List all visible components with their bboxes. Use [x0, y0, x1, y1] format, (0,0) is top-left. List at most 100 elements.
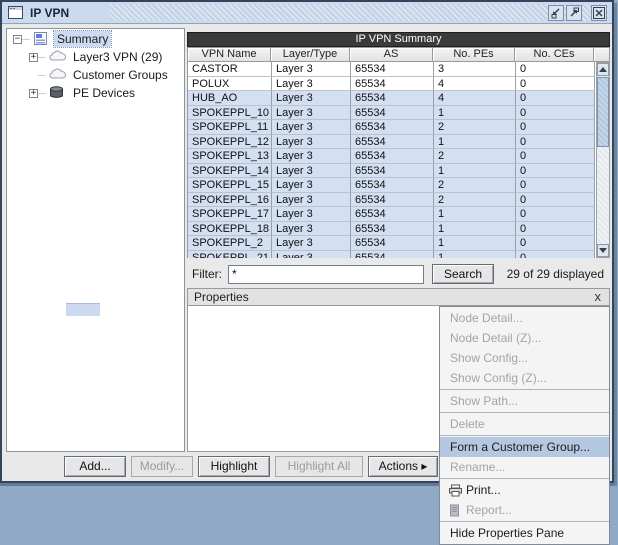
table-cell[interactable]: 65534 — [351, 251, 434, 259]
menu-item-print[interactable]: Print... — [440, 480, 609, 500]
table-cell[interactable]: Layer 3 — [272, 207, 351, 222]
window-titlebar[interactable]: IP VPN — [2, 2, 612, 24]
column-header-vpn-name[interactable]: VPN Name — [187, 47, 271, 62]
table-cell[interactable]: 2 — [434, 193, 516, 208]
table-cell[interactable]: SPOKEPPL_18 — [188, 222, 272, 237]
table-cell[interactable]: Layer 3 — [272, 77, 351, 92]
tree-item-summary[interactable]: − Summary — [7, 31, 184, 47]
collapse-icon[interactable]: − — [13, 35, 22, 44]
menu-item-hide-properties-pane[interactable]: Hide Properties Pane — [440, 523, 609, 543]
scrollbar-thumb[interactable] — [597, 77, 609, 147]
table-cell[interactable]: 0 — [516, 77, 595, 92]
table-cell[interactable]: 65534 — [351, 178, 434, 193]
table-cell[interactable]: Layer 3 — [272, 62, 351, 77]
table-cell[interactable]: Layer 3 — [272, 251, 351, 259]
table-cell[interactable]: 1 — [434, 236, 516, 251]
vertical-scrollbar[interactable] — [596, 62, 610, 258]
close-button[interactable] — [591, 5, 607, 21]
table-cell[interactable]: Layer 3 — [272, 178, 351, 193]
table-cell[interactable]: 1 — [434, 135, 516, 150]
tree-item-label[interactable]: Layer3 VPN (29) — [70, 49, 165, 65]
scroll-up-button[interactable] — [597, 63, 609, 76]
table-row[interactable]: SPOKEPPL_10Layer 36553410 — [188, 106, 596, 121]
table-cell[interactable]: 0 — [516, 149, 595, 164]
maximize-button[interactable] — [566, 5, 582, 21]
table-cell[interactable]: SPOKEPPL_21 — [188, 251, 272, 259]
expand-icon[interactable]: + — [29, 89, 38, 98]
properties-close-icon[interactable]: x — [593, 291, 604, 303]
table-cell[interactable]: Layer 3 — [272, 149, 351, 164]
tree-item-pe-devices[interactable]: + PE Devices — [7, 85, 184, 101]
tree-item-customer-groups[interactable]: Customer Groups — [7, 67, 184, 83]
table-cell[interactable]: Layer 3 — [272, 120, 351, 135]
search-button[interactable]: Search — [432, 264, 494, 284]
table-cell[interactable]: 0 — [516, 178, 595, 193]
table-cell[interactable]: Layer 3 — [272, 106, 351, 121]
tree-item-layer3-vpn-29-[interactable]: + Layer3 VPN (29) — [7, 49, 184, 65]
table-cell[interactable]: SPOKEPPL_12 — [188, 135, 272, 150]
table-cell[interactable]: 2 — [434, 178, 516, 193]
table-cell[interactable]: Layer 3 — [272, 164, 351, 179]
table-row[interactable]: SPOKEPPL_17Layer 36553410 — [188, 207, 596, 222]
table-cell[interactable]: 65534 — [351, 120, 434, 135]
table-cell[interactable]: SPOKEPPL_16 — [188, 193, 272, 208]
table-cell[interactable]: SPOKEPPL_13 — [188, 149, 272, 164]
table-cell[interactable]: 0 — [516, 207, 595, 222]
table-cell[interactable]: 1 — [434, 106, 516, 121]
table-cell[interactable]: 4 — [434, 77, 516, 92]
table-row[interactable]: SPOKEPPL_2Layer 36553410 — [188, 236, 596, 251]
table-cell[interactable]: 0 — [516, 91, 595, 106]
table-cell[interactable]: 65534 — [351, 193, 434, 208]
tree-item-label[interactable]: PE Devices — [70, 85, 138, 101]
table-cell[interactable]: 65534 — [351, 207, 434, 222]
table-cell[interactable]: Layer 3 — [272, 222, 351, 237]
add-button[interactable]: Add... — [64, 456, 126, 477]
scroll-down-button[interactable] — [597, 244, 609, 257]
table-cell[interactable]: 1 — [434, 164, 516, 179]
table-cell[interactable]: POLUX — [188, 77, 272, 92]
table-row[interactable]: SPOKEPPL_14Layer 36553410 — [188, 164, 596, 179]
table-cell[interactable]: 0 — [516, 135, 595, 150]
table-cell[interactable]: HUB_AO — [188, 91, 272, 106]
table-cell[interactable]: 1 — [434, 251, 516, 259]
table-row[interactable]: SPOKEPPL_21Layer 36553410 — [188, 251, 596, 259]
table-cell[interactable]: 0 — [516, 164, 595, 179]
table-cell[interactable]: 65534 — [351, 62, 434, 77]
filter-input[interactable] — [228, 265, 424, 284]
table-cell[interactable]: SPOKEPPL_2 — [188, 236, 272, 251]
table-row[interactable]: CASTORLayer 36553430 — [188, 62, 596, 77]
tree-item-label[interactable]: Summary — [54, 31, 111, 47]
table-row[interactable]: SPOKEPPL_12Layer 36553410 — [188, 135, 596, 150]
table-cell[interactable]: 65534 — [351, 164, 434, 179]
table-cell[interactable]: 1 — [434, 222, 516, 237]
table-cell[interactable]: Layer 3 — [272, 236, 351, 251]
table-cell[interactable]: 65534 — [351, 135, 434, 150]
table-cell[interactable]: 2 — [434, 149, 516, 164]
table-row[interactable]: SPOKEPPL_15Layer 36553420 — [188, 178, 596, 193]
table-cell[interactable]: 65534 — [351, 77, 434, 92]
table-row[interactable]: SPOKEPPL_13Layer 36553420 — [188, 149, 596, 164]
table-cell[interactable]: 0 — [516, 251, 595, 259]
table-cell[interactable]: Layer 3 — [272, 135, 351, 150]
column-header-layer-type[interactable]: Layer/Type — [271, 47, 350, 62]
tree-item-label[interactable]: Customer Groups — [70, 67, 171, 83]
actions-button[interactable]: Actions ▸ — [368, 456, 438, 477]
table-cell[interactable]: 0 — [516, 120, 595, 135]
table-cell[interactable]: 0 — [516, 193, 595, 208]
iconify-button[interactable] — [548, 5, 564, 21]
highlight-button[interactable]: Highlight — [198, 456, 270, 477]
table-cell[interactable]: 4 — [434, 91, 516, 106]
table-cell[interactable]: 3 — [434, 62, 516, 77]
table-cell[interactable]: 65534 — [351, 106, 434, 121]
expand-icon[interactable]: + — [29, 53, 38, 62]
column-header-as[interactable]: AS — [350, 47, 433, 62]
table-row[interactable]: POLUXLayer 36553440 — [188, 77, 596, 92]
table-row[interactable]: SPOKEPPL_11Layer 36553420 — [188, 120, 596, 135]
table-cell[interactable]: 65534 — [351, 149, 434, 164]
table-row[interactable]: SPOKEPPL_16Layer 36553420 — [188, 193, 596, 208]
menu-item-form-a-customer-group[interactable]: Form a Customer Group... — [440, 437, 609, 457]
table-cell[interactable]: 0 — [516, 62, 595, 77]
table-cell[interactable]: SPOKEPPL_14 — [188, 164, 272, 179]
table-cell[interactable]: SPOKEPPL_17 — [188, 207, 272, 222]
table-cell[interactable]: 2 — [434, 120, 516, 135]
